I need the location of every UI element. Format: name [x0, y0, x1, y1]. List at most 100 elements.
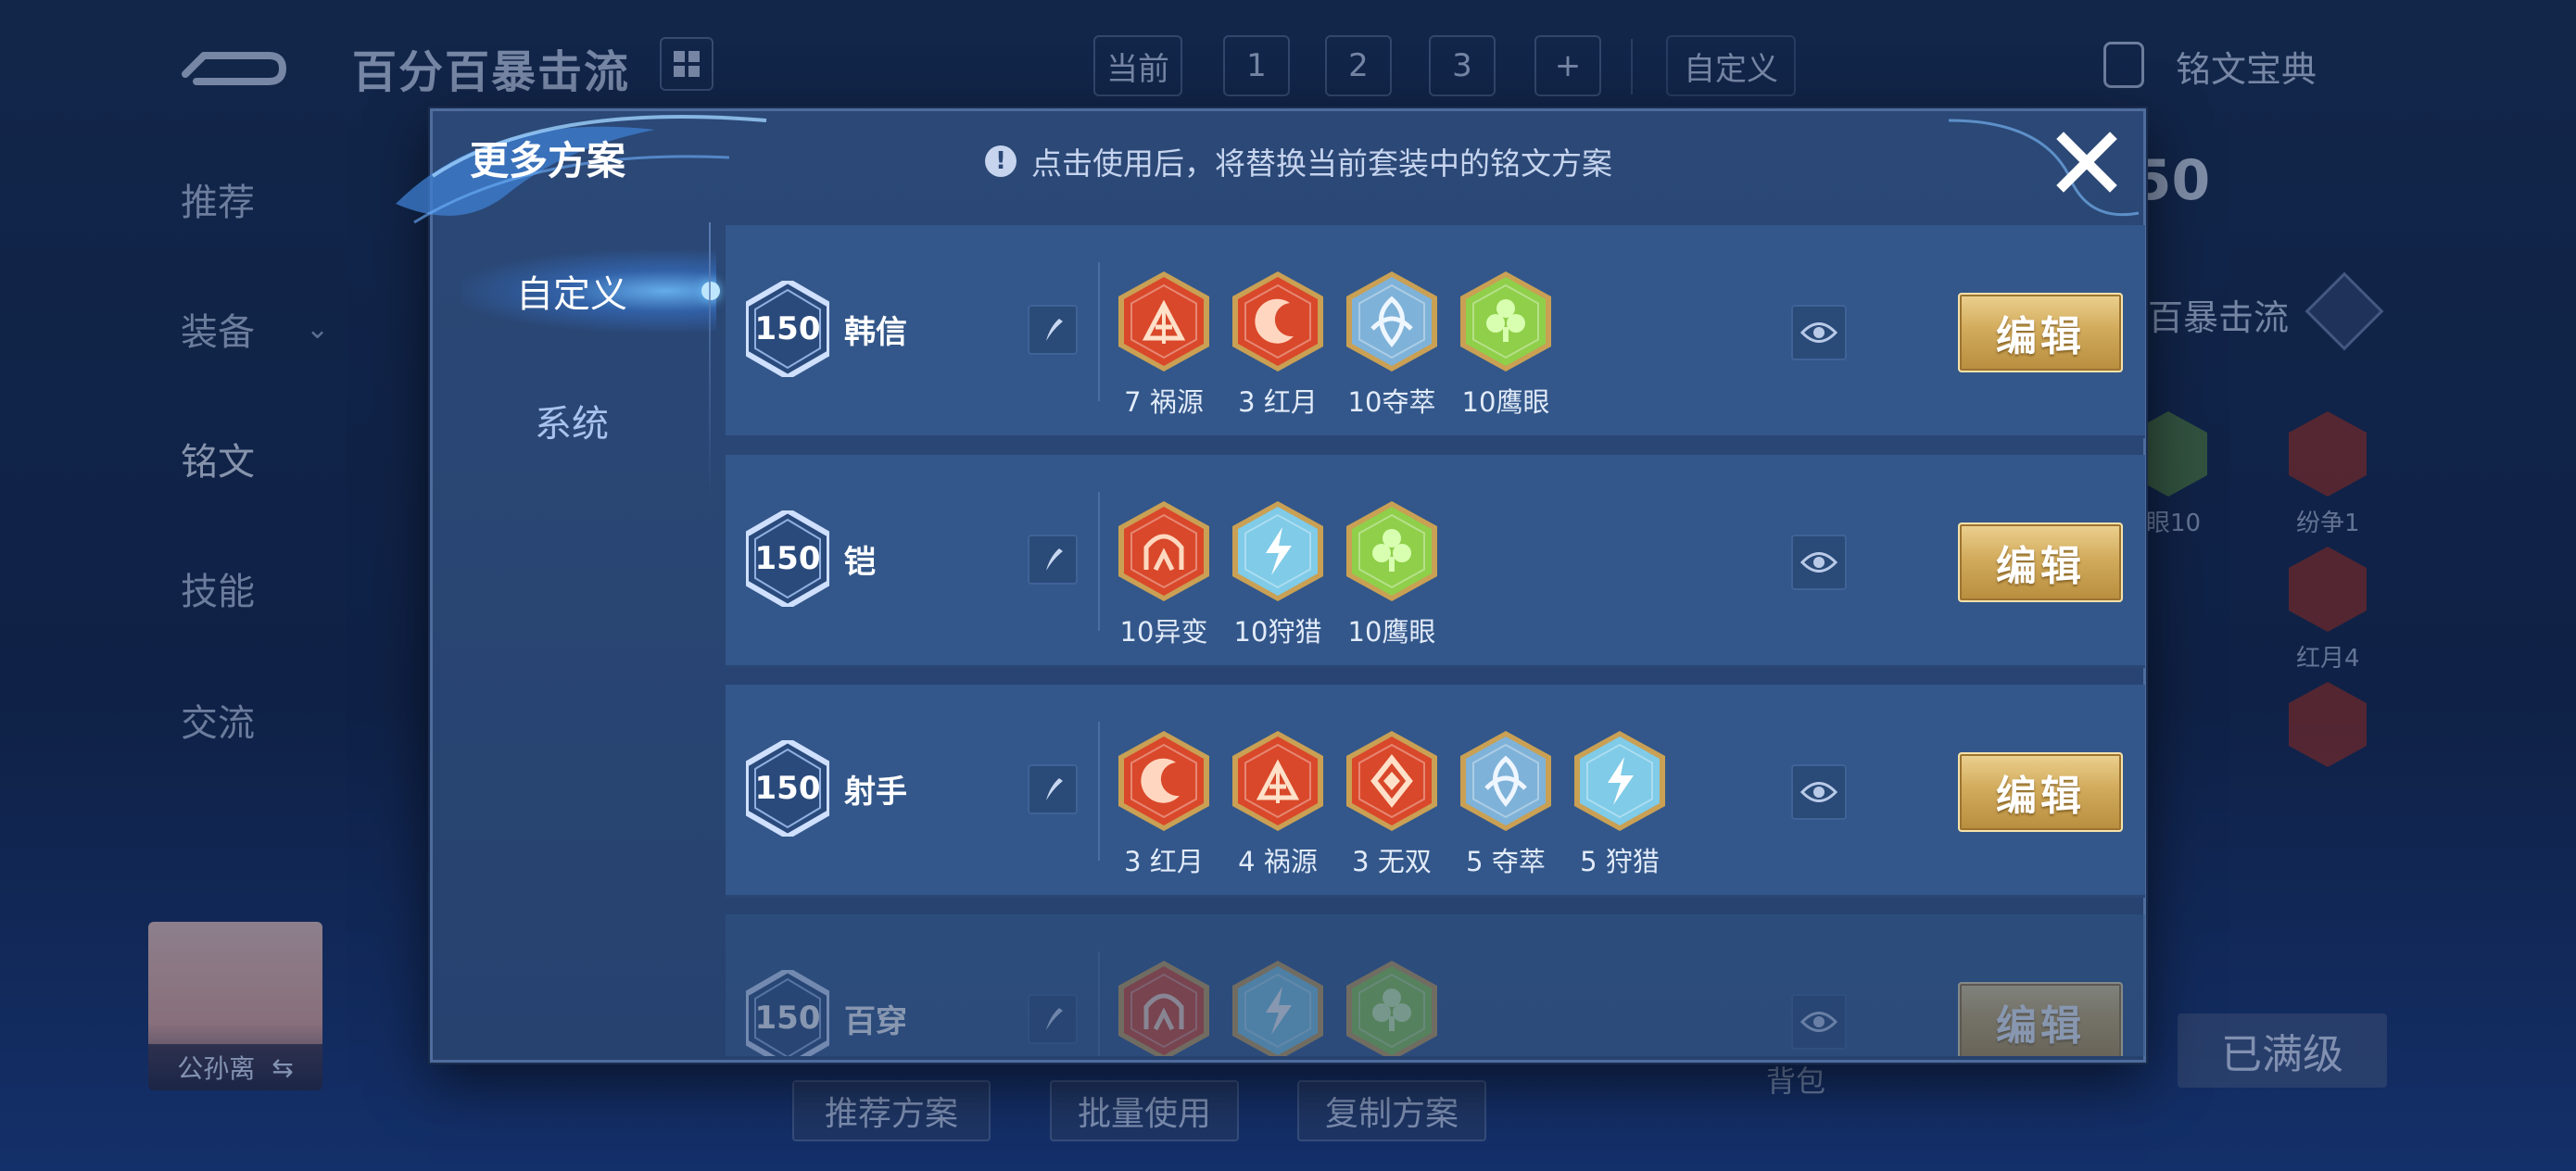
codex-icon[interactable]	[2103, 42, 2144, 88]
notice: ! 点击使用后，将替换当前套装中的铭文方案	[985, 139, 1612, 183]
rune-arch-icon[interactable]	[1118, 501, 1209, 601]
close-icon	[2056, 132, 2117, 193]
nav-skills[interactable]: 技能	[181, 561, 255, 615]
rune-clover-icon[interactable]	[1460, 271, 1551, 371]
rune-label: 4 祸源	[1238, 846, 1318, 877]
plan-name: 韩信	[844, 314, 907, 351]
bg-rune-icon	[2289, 547, 2367, 632]
info-icon: !	[985, 145, 1017, 177]
eye-icon	[1800, 552, 1837, 573]
row-divider	[1098, 951, 1100, 1056]
rune-label: 10异变	[1119, 616, 1208, 648]
nav-equipment[interactable]: 装备	[181, 302, 255, 356]
rune-label: 5 夺萃	[1466, 846, 1546, 877]
rune-arch-icon[interactable]	[1118, 961, 1209, 1056]
plan-level: 150	[754, 540, 821, 577]
rune-bolt-icon[interactable]	[1574, 731, 1665, 831]
rune-label: 10夺萃	[1347, 386, 1436, 418]
rename-button[interactable]	[1028, 305, 1078, 355]
plan-name: 百穿	[844, 1003, 907, 1040]
rune-moon-icon[interactable]	[1118, 731, 1209, 831]
edit-button[interactable]: 编辑	[1958, 293, 2123, 372]
edit-button[interactable]: 编辑	[1958, 982, 2123, 1056]
eye-icon	[1800, 782, 1837, 802]
nav-community[interactable]: 交流	[181, 693, 255, 747]
bg-rune-label: 纷争1	[2296, 510, 2360, 537]
bg-rune-label: 眼10	[2146, 510, 2202, 537]
plan-name: 射手	[844, 774, 907, 811]
list-menu-icon[interactable]	[2305, 271, 2384, 351]
edit-button[interactable]: 编辑	[1958, 752, 2123, 832]
pencil-icon	[1046, 548, 1063, 571]
bg-rune-icon	[2289, 411, 2367, 497]
custom-tab[interactable]: 自定义	[1666, 35, 1796, 96]
codex-label[interactable]: 铭文宝典	[2176, 41, 2317, 92]
rune-knot-icon[interactable]	[1346, 271, 1437, 371]
rune-moon-icon[interactable]	[1232, 271, 1323, 371]
rune-fan-icon[interactable]	[1118, 271, 1209, 371]
plan-row[interactable]: 150 射手 3 红月 4 祸源 3 无双 5 夺萃 5 狩猎 编辑	[726, 685, 2145, 898]
rename-button[interactable]	[1028, 764, 1078, 814]
preview-button[interactable]	[1791, 994, 1847, 1050]
back-arrow-icon[interactable]	[176, 37, 287, 89]
more-plans-dialog: 更多方案 ! 点击使用后，将替换当前套装中的铭文方案 自定义 系统 150 韩信	[396, 108, 2146, 1063]
plan-level: 150	[754, 1000, 821, 1037]
preview-button[interactable]	[1791, 535, 1847, 590]
recommended-plans-button[interactable]: 推荐方案	[792, 1080, 991, 1141]
tab-custom[interactable]: 自定义	[433, 254, 711, 328]
row-divider	[1098, 262, 1100, 401]
rune-label: 3 红月	[1238, 386, 1318, 418]
tab-separator	[1631, 39, 1633, 94]
plan-row[interactable]: 150 百穿 编辑	[726, 914, 2145, 1056]
rune-bolt-icon[interactable]	[1232, 961, 1323, 1056]
preview-button[interactable]	[1791, 764, 1847, 820]
preview-button[interactable]	[1791, 305, 1847, 360]
rename-button[interactable]	[1028, 994, 1078, 1044]
plan-row[interactable]: 150 铠 10异变 10狩猎 10鹰眼 编辑	[726, 455, 2145, 668]
rune-knot-icon[interactable]	[1460, 731, 1551, 831]
tab-current[interactable]: 当前	[1093, 35, 1182, 96]
copy-plan-button[interactable]: 复制方案	[1297, 1080, 1486, 1141]
chevron-down-icon: ⌄	[306, 313, 330, 346]
close-button[interactable]	[2045, 120, 2128, 204]
rune-clover-icon[interactable]	[1346, 961, 1437, 1056]
tab-3[interactable]: 3	[1429, 35, 1496, 96]
nav-runes[interactable]: 铭文	[181, 432, 255, 485]
hero-portrait[interactable]: 公孙离 ⇆	[148, 922, 322, 1090]
rune-fan-icon[interactable]	[1232, 731, 1323, 831]
eye-icon	[1800, 1012, 1837, 1032]
hero-name-bar: 公孙离 ⇆	[148, 1044, 322, 1090]
notice-text: 点击使用后，将替换当前套装中的铭文方案	[1031, 145, 1612, 182]
plan-name: 铠	[844, 544, 876, 581]
tab-system[interactable]: 系统	[433, 384, 711, 458]
grid-menu-button[interactable]	[660, 37, 713, 91]
row-divider	[1098, 492, 1100, 631]
batch-use-button[interactable]: 批量使用	[1050, 1080, 1239, 1141]
plan-category-sidebar: 自定义 系统	[433, 222, 720, 1056]
rename-button[interactable]	[1028, 535, 1078, 585]
loadout-title: 百分百暴击流	[352, 46, 631, 98]
rune-bolt-icon[interactable]	[1232, 501, 1323, 601]
eye-icon	[1800, 322, 1837, 343]
bg-rune-icon	[2289, 682, 2367, 767]
swap-icon[interactable]: ⇆	[271, 1052, 293, 1083]
rune-label: 5 狩猎	[1580, 846, 1660, 877]
bag-label[interactable]: 背包	[1766, 1058, 1825, 1101]
rune-label: 7 祸源	[1124, 386, 1204, 418]
plan-row[interactable]: 150 韩信 7 祸源 3 红月 10夺萃 10鹰眼 编辑	[726, 225, 2145, 438]
row-divider	[1098, 722, 1100, 861]
plan-list[interactable]: 150 韩信 7 祸源 3 红月 10夺萃 10鹰眼 编辑 150 铠 10异变…	[726, 225, 2145, 1056]
rune-label: 10鹰眼	[1347, 616, 1436, 648]
tab-1[interactable]: 1	[1223, 35, 1290, 96]
tab-add[interactable]: +	[1534, 35, 1601, 96]
tab-2[interactable]: 2	[1325, 35, 1392, 96]
edit-button[interactable]: 编辑	[1958, 523, 2123, 602]
nav-recommend[interactable]: 推荐	[181, 172, 255, 226]
maxed-button[interactable]: 已满级	[2178, 1014, 2387, 1088]
rune-clover-icon[interactable]	[1346, 501, 1437, 601]
rune-label: 3 红月	[1124, 846, 1204, 877]
right-plan-name: 百暴击流	[2148, 297, 2290, 338]
plan-level: 150	[754, 770, 821, 807]
rune-diamond-icon[interactable]	[1346, 731, 1437, 831]
rune-label: 10狩猎	[1233, 616, 1322, 648]
